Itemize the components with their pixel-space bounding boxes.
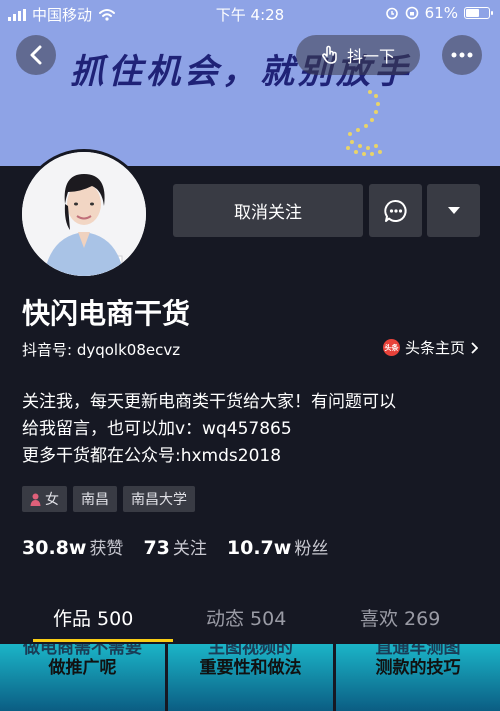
thumbnail-title-line: 做推广呢 <box>48 658 117 678</box>
alarm-icon <box>385 7 398 20</box>
chat-icon <box>383 199 407 222</box>
bio-line: 给我留言，也可以加v：wq457865 <box>22 419 292 439</box>
bio-line: 关注我，每天更新电商类干货给大家！有问题可以 <box>22 392 396 412</box>
tab-works[interactable]: 作品 500 <box>53 604 133 631</box>
poke-button[interactable]: 抖一下 <box>296 35 420 75</box>
toutiao-homepage-link[interactable]: 头条 头条主页 <box>382 337 478 358</box>
avatar[interactable] <box>19 149 149 279</box>
tab-likes[interactable]: 喜欢 269 <box>360 604 440 631</box>
thumbnail-title-line: 主图视频的 <box>208 644 293 658</box>
thumbnail-title-line: 重要性和做法 <box>199 658 302 678</box>
tag-school: 南昌大学 <box>123 486 195 512</box>
stat-followers[interactable]: 10.7w 粉丝 <box>227 534 328 559</box>
battery-percent: 61% <box>424 4 458 22</box>
video-thumbnail[interactable]: 做电商需不需要 做推广呢 <box>0 644 165 711</box>
profile-tags: 女 南昌 南昌大学 <box>22 486 195 512</box>
chevron-right-icon <box>471 341 478 354</box>
profile-stats: 30.8w 获赞 73 关注 10.7w 粉丝 <box>22 534 328 559</box>
hand-pointer-icon <box>322 45 337 64</box>
tab-indicator <box>33 639 173 642</box>
profile-tabs: 作品 500 动态 504 喜欢 269 <box>0 598 500 642</box>
thumbnail-title-line: 做电商需不需要 <box>23 644 142 658</box>
stat-likes: 30.8w 获赞 <box>22 537 124 559</box>
video-grid: 做电商需不需要 做推广呢 主图视频的 重要性和做法 直通车测图 测款的技巧 <box>0 644 500 711</box>
profile-name: 快闪电商干货 <box>22 297 191 330</box>
stat-following[interactable]: 73 关注 <box>143 534 206 559</box>
thumbnail-title-line: 测款的技巧 <box>375 658 461 678</box>
battery-icon <box>464 7 493 19</box>
toutiao-label: 头条主页 <box>404 339 465 357</box>
toutiao-icon: 头条 <box>382 339 400 356</box>
back-button[interactable] <box>16 35 56 75</box>
dropdown-button[interactable] <box>427 184 480 237</box>
caret-down-icon <box>447 207 460 214</box>
status-bar: 中国移动 下午 4:28 61% <box>0 0 500 28</box>
bio-line: 更多干货都在公众号:hxmds2018 <box>22 446 282 466</box>
poke-label: 抖一下 <box>346 47 395 66</box>
avatar-photo <box>22 152 146 276</box>
female-icon <box>30 493 41 506</box>
profile-bio: 关注我，每天更新电商类干货给大家！有问题可以 给我留言，也可以加v：wq4578… <box>22 389 482 470</box>
message-button[interactable] <box>369 184 422 237</box>
tag-location: 南昌 <box>73 486 117 512</box>
video-thumbnail[interactable]: 主图视频的 重要性和做法 <box>168 644 333 711</box>
unfollow-button[interactable]: 取消关注 <box>173 184 363 237</box>
tab-activity[interactable]: 动态 504 <box>206 604 286 631</box>
more-button[interactable] <box>442 35 482 75</box>
video-thumbnail[interactable]: 直通车测图 测款的技巧 <box>336 644 500 711</box>
thumbnail-title-line: 直通车测图 <box>375 644 461 658</box>
chevron-left-icon <box>30 45 42 65</box>
tag-gender: 女 <box>22 486 67 512</box>
douyin-id: 抖音号: dyqolk08ecvz <box>22 341 181 359</box>
more-icon <box>451 52 473 58</box>
banner-decoration <box>346 90 382 156</box>
orientation-lock-icon <box>405 6 418 20</box>
